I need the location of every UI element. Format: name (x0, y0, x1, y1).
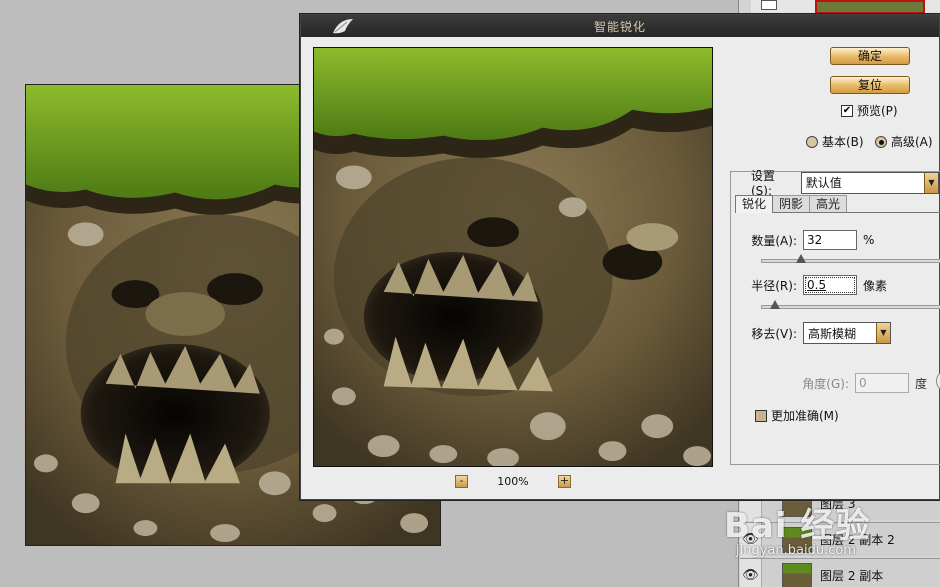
remove-row: 移去(V): 高斯模糊 ▼ (747, 322, 891, 344)
preview-checkbox[interactable]: ✔ (841, 104, 853, 117)
layer-mask-icon[interactable] (761, 0, 777, 10)
amount-row: 数量(A): 32 % (747, 230, 874, 250)
settings-select[interactable]: 默认值 ▼ (800, 171, 939, 194)
zoom-out-button[interactable]: - (455, 474, 468, 488)
more-accurate-checkbox[interactable] (755, 409, 767, 422)
amount-label: 数量(A): (751, 233, 797, 248)
layer-row[interactable]: 👁 图层 2 副本 2 (740, 522, 940, 557)
radius-slider-track[interactable] (761, 305, 940, 309)
settings-value: 默认值 (805, 176, 842, 190)
settings-label: 设置(S): (751, 169, 776, 198)
reset-button[interactable]: 复位 (830, 76, 910, 94)
advanced-label: 高级(A) (891, 135, 933, 149)
angle-row: 角度(G): 0 度 (785, 373, 927, 393)
preview-checkbox-row[interactable]: ✔ 预览(P) (841, 102, 898, 119)
angle-unit: 度 (915, 376, 928, 391)
layer-name: 图层 2 副本 2 (820, 533, 895, 547)
zoom-in-button[interactable]: + (558, 474, 571, 488)
layer-name: 图层 2 副本 (820, 569, 884, 583)
angle-label: 角度(G): (802, 376, 849, 391)
dropdown-arrow-icon[interactable]: ▼ (924, 172, 938, 193)
feather-icon (333, 19, 353, 34)
radius-row: 半径(R): 0.5 像素 (747, 275, 887, 295)
preview-area[interactable] (313, 47, 713, 467)
preview-image (314, 48, 712, 466)
eye-icon[interactable]: 👁 (740, 522, 762, 557)
remove-select[interactable]: 高斯模糊 ▼ (803, 322, 891, 344)
ok-button[interactable]: 确定 (830, 47, 910, 65)
amount-unit: % (863, 233, 875, 247)
tab-highlight[interactable]: 高光 (809, 195, 848, 213)
smart-sharpen-dialog: 智能锐化 - 100% + 确定 复位 ✔ 预览(P) 基本(B) 高级(A) … (300, 14, 940, 500)
dialog-title: 智能锐化 (593, 19, 646, 34)
remove-label: 移去(V): (751, 326, 797, 341)
radius-unit: 像素 (863, 278, 888, 293)
dropdown-arrow-icon[interactable]: ▼ (876, 323, 890, 343)
remove-value: 高斯模糊 (808, 326, 857, 341)
preview-zoom-bar: - 100% + (313, 471, 713, 491)
radius-label: 半径(R): (751, 278, 797, 293)
dialog-titlebar[interactable]: 智能锐化 (301, 15, 939, 37)
settings-row: 设置(S): 默认值 ▼ (751, 167, 939, 198)
selected-layer-thumbnail[interactable] (815, 0, 925, 14)
zoom-level: 100% (497, 474, 529, 488)
layer-thumbnail (782, 562, 812, 587)
settings-tabs: 锐化 阴影 高光 (735, 195, 848, 213)
tab-shadow[interactable]: 阴影 (772, 195, 811, 213)
layer-row[interactable]: 👁 图层 2 副本 (740, 558, 940, 587)
more-accurate-label: 更加准确(M) (771, 409, 839, 423)
layer-thumbnail (782, 526, 812, 553)
preview-label: 预览(P) (857, 104, 898, 118)
basic-label: 基本(B) (822, 135, 864, 149)
more-accurate-row[interactable]: 更加准确(M) (755, 407, 839, 424)
eye-icon[interactable]: 👁 (740, 558, 762, 587)
advanced-radio[interactable] (875, 135, 887, 148)
angle-input[interactable]: 0 (855, 373, 909, 393)
amount-input[interactable]: 32 (803, 230, 857, 250)
amount-slider-track[interactable] (761, 259, 940, 263)
mode-advanced-option[interactable]: 高级(A) (875, 133, 933, 150)
radius-slider-thumb[interactable] (770, 300, 781, 309)
radius-input[interactable]: 0.5 (803, 275, 857, 295)
mode-basic-option[interactable]: 基本(B) (806, 133, 864, 150)
basic-radio[interactable] (806, 135, 818, 148)
amount-slider-thumb[interactable] (796, 254, 807, 263)
tab-sharpen[interactable]: 锐化 (735, 195, 774, 213)
